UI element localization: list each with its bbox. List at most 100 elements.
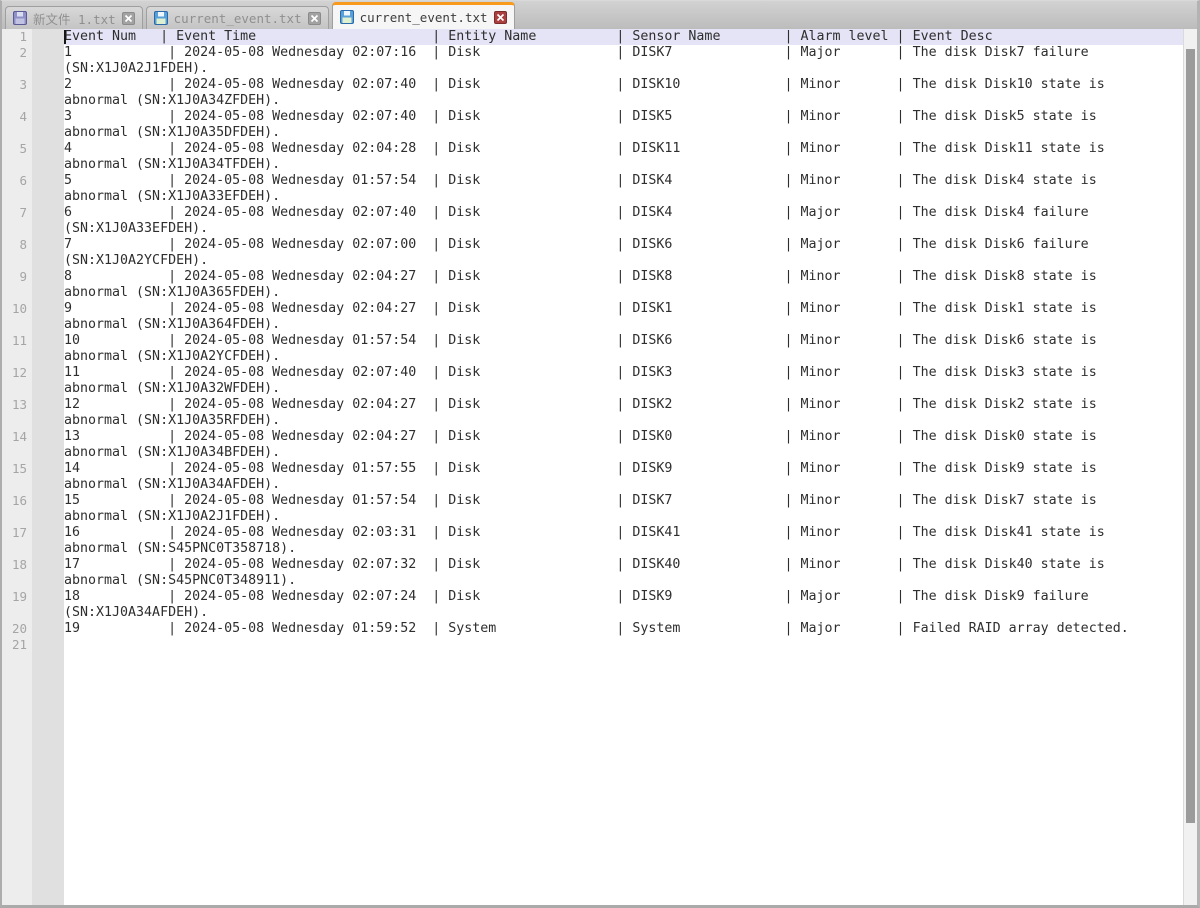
editor-line[interactable]: abnormal (SN:X1J0A35DFDEH). (2, 125, 1183, 141)
editor-line[interactable]: 1110 | 2024-05-08 Wednesday 01:57:54 | D… (2, 333, 1183, 349)
tab-current-event-2-active[interactable]: current_event.txt (332, 2, 515, 29)
editor-line[interactable]: 76 | 2024-05-08 Wednesday 02:07:40 | Dis… (2, 205, 1183, 221)
line-text[interactable]: abnormal (SN:X1J0A364FDEH). (64, 317, 1183, 333)
tab-current-event-1[interactable]: current_event.txt (146, 6, 329, 29)
line-number: 6 (2, 173, 32, 189)
line-text[interactable] (64, 637, 1183, 653)
editor-line[interactable]: abnormal (SN:S45PNC0T358718). (2, 541, 1183, 557)
close-icon[interactable] (308, 12, 321, 25)
editor-line[interactable]: 109 | 2024-05-08 Wednesday 02:04:27 | Di… (2, 301, 1183, 317)
line-text[interactable]: 14 | 2024-05-08 Wednesday 01:57:55 | Dis… (64, 461, 1183, 477)
editor-line[interactable]: (SN:X1J0A2J1FDEH). (2, 61, 1183, 77)
line-text[interactable]: abnormal (SN:S45PNC0T348911). (64, 573, 1183, 589)
line-text[interactable]: abnormal (SN:X1J0A2YCFDEH). (64, 349, 1183, 365)
editor-line[interactable]: abnormal (SN:X1J0A365FDEH). (2, 285, 1183, 301)
line-text[interactable]: 13 | 2024-05-08 Wednesday 02:04:27 | Dis… (64, 429, 1183, 445)
line-text[interactable]: 15 | 2024-05-08 Wednesday 01:57:54 | Dis… (64, 493, 1183, 509)
line-text[interactable]: 19 | 2024-05-08 Wednesday 01:59:52 | Sys… (64, 621, 1183, 637)
line-margin (32, 61, 64, 77)
line-margin (32, 269, 64, 285)
line-text[interactable]: 8 | 2024-05-08 Wednesday 02:04:27 | Disk… (64, 269, 1183, 285)
editor-line[interactable]: abnormal (SN:X1J0A34BFDEH). (2, 445, 1183, 461)
editor-line[interactable]: (SN:X1J0A33EFDEH). (2, 221, 1183, 237)
line-text[interactable]: abnormal (SN:X1J0A34ZFDEH). (64, 93, 1183, 109)
line-text[interactable]: Event Num | Event Time | Entity Name | S… (64, 29, 1183, 45)
line-text[interactable]: abnormal (SN:X1J0A34BFDEH). (64, 445, 1183, 461)
editor-line[interactable]: abnormal (SN:X1J0A2J1FDEH). (2, 509, 1183, 525)
line-text[interactable]: abnormal (SN:X1J0A34AFDEH). (64, 477, 1183, 493)
line-text[interactable]: 11 | 2024-05-08 Wednesday 02:07:40 | Dis… (64, 365, 1183, 381)
editor-line[interactable]: abnormal (SN:S45PNC0T348911). (2, 573, 1183, 589)
editor-line[interactable]: abnormal (SN:X1J0A2YCFDEH). (2, 349, 1183, 365)
editor-line[interactable]: 43 | 2024-05-08 Wednesday 02:07:40 | Dis… (2, 109, 1183, 125)
line-text[interactable]: 5 | 2024-05-08 Wednesday 01:57:54 | Disk… (64, 173, 1183, 189)
close-icon[interactable] (494, 11, 507, 24)
line-text[interactable]: abnormal (SN:X1J0A33EFDEH). (64, 189, 1183, 205)
editor-line[interactable]: abnormal (SN:X1J0A34TFDEH). (2, 157, 1183, 173)
editor-line[interactable]: 54 | 2024-05-08 Wednesday 02:04:28 | Dis… (2, 141, 1183, 157)
editor-line[interactable]: 98 | 2024-05-08 Wednesday 02:04:27 | Dis… (2, 269, 1183, 285)
floppy-disk-icon (340, 10, 354, 24)
line-text[interactable]: abnormal (SN:X1J0A365FDEH). (64, 285, 1183, 301)
line-text[interactable]: 17 | 2024-05-08 Wednesday 02:07:32 | Dis… (64, 557, 1183, 573)
line-text[interactable]: 7 | 2024-05-08 Wednesday 02:07:00 | Disk… (64, 237, 1183, 253)
line-text[interactable]: abnormal (SN:X1J0A35RFDEH). (64, 413, 1183, 429)
editor-line[interactable]: 1615 | 2024-05-08 Wednesday 01:57:54 | D… (2, 493, 1183, 509)
editor-line[interactable]: 1817 | 2024-05-08 Wednesday 02:07:32 | D… (2, 557, 1183, 573)
line-number: 1 (2, 29, 32, 45)
line-text[interactable]: 6 | 2024-05-08 Wednesday 02:07:40 | Disk… (64, 205, 1183, 221)
line-number (2, 221, 32, 237)
editor-line[interactable]: 1716 | 2024-05-08 Wednesday 02:03:31 | D… (2, 525, 1183, 541)
line-text[interactable]: 1 | 2024-05-08 Wednesday 02:07:16 | Disk… (64, 45, 1183, 61)
vertical-scrollbar[interactable] (1183, 29, 1197, 905)
line-text[interactable]: 2 | 2024-05-08 Wednesday 02:07:40 | Disk… (64, 77, 1183, 93)
line-text[interactable]: 3 | 2024-05-08 Wednesday 02:07:40 | Disk… (64, 109, 1183, 125)
line-text[interactable]: abnormal (SN:X1J0A2J1FDEH). (64, 509, 1183, 525)
editor-line[interactable]: 6 5 | 2024-05-08 Wednesday 01:57:54 | Dis… (2, 173, 1183, 189)
line-margin (32, 541, 64, 557)
line-text[interactable]: (SN:X1J0A34AFDEH). (64, 605, 1183, 621)
line-text[interactable]: abnormal (SN:X1J0A34TFDEH). (64, 157, 1183, 173)
editor-line[interactable]: (SN:X1J0A34AFDEH). (2, 605, 1183, 621)
editor-line[interactable]: 1211 | 2024-05-08 Wednesday 02:07:40 | D… (2, 365, 1183, 381)
editor-line[interactable]: 21 (2, 637, 1183, 653)
close-icon[interactable] (122, 12, 135, 25)
editor-line[interactable]: 87 | 2024-05-08 Wednesday 02:07:00 | Dis… (2, 237, 1183, 253)
line-text[interactable]: (SN:X1J0A33EFDEH). (64, 221, 1183, 237)
line-number (2, 157, 32, 173)
line-text[interactable]: (SN:X1J0A2YCFDEH). (64, 253, 1183, 269)
line-text[interactable]: 4 | 2024-05-08 Wednesday 02:04:28 | Disk… (64, 141, 1183, 157)
editor-line[interactable]: 1918 | 2024-05-08 Wednesday 02:07:24 | D… (2, 589, 1183, 605)
line-text[interactable]: 9 | 2024-05-08 Wednesday 02:04:27 | Disk… (64, 301, 1183, 317)
line-text[interactable]: 18 | 2024-05-08 Wednesday 02:07:24 | Dis… (64, 589, 1183, 605)
editor-line[interactable]: abnormal (SN:X1J0A34ZFDEH). (2, 93, 1183, 109)
tab-new-file-1[interactable]: 新文件 1.txt (5, 6, 143, 29)
floppy-disk-icon (154, 11, 168, 25)
editor-line[interactable]: abnormal (SN:X1J0A32WFDEH). (2, 381, 1183, 397)
editor-line[interactable]: 1514 | 2024-05-08 Wednesday 01:57:55 | D… (2, 461, 1183, 477)
editor-line[interactable]: 21 | 2024-05-08 Wednesday 02:07:16 | Dis… (2, 45, 1183, 61)
line-number (2, 349, 32, 365)
line-margin (32, 509, 64, 525)
line-text[interactable]: (SN:X1J0A2J1FDEH). (64, 61, 1183, 77)
line-number: 14 (2, 429, 32, 445)
editor-line[interactable]: (SN:X1J0A2YCFDEH). (2, 253, 1183, 269)
editor-line[interactable]: abnormal (SN:X1J0A35RFDEH). (2, 413, 1183, 429)
editor-line[interactable]: abnormal (SN:X1J0A34AFDEH). (2, 477, 1183, 493)
editor-line[interactable]: 1312 | 2024-05-08 Wednesday 02:04:27 | D… (2, 397, 1183, 413)
line-text[interactable]: abnormal (SN:X1J0A35DFDEH). (64, 125, 1183, 141)
line-text[interactable]: 10 | 2024-05-08 Wednesday 01:57:54 | Dis… (64, 333, 1183, 349)
editor-line[interactable]: 1 Event Num | Event Time | Entity Name | … (2, 29, 1183, 45)
editor-line[interactable]: 2019 | 2024-05-08 Wednesday 01:59:52 | S… (2, 621, 1183, 637)
text-editor[interactable]: 1 Event Num | Event Time | Entity Name | … (2, 29, 1197, 905)
editor-line[interactable]: 14 13 | 2024-05-08 Wednesday 02:04:27 | D… (2, 429, 1183, 445)
editor-line[interactable]: abnormal (SN:X1J0A364FDEH). (2, 317, 1183, 333)
line-text[interactable]: abnormal (SN:X1J0A32WFDEH). (64, 381, 1183, 397)
editor-line[interactable]: 32 | 2024-05-08 Wednesday 02:07:40 | Dis… (2, 77, 1183, 93)
line-margin (32, 77, 64, 93)
line-text[interactable]: abnormal (SN:S45PNC0T358718). (64, 541, 1183, 557)
editor-line[interactable]: abnormal (SN:X1J0A33EFDEH). (2, 189, 1183, 205)
line-text[interactable]: 12 | 2024-05-08 Wednesday 02:04:27 | Dis… (64, 397, 1183, 413)
scrollbar-thumb[interactable] (1186, 49, 1195, 823)
line-text[interactable]: 16 | 2024-05-08 Wednesday 02:03:31 | Dis… (64, 525, 1183, 541)
